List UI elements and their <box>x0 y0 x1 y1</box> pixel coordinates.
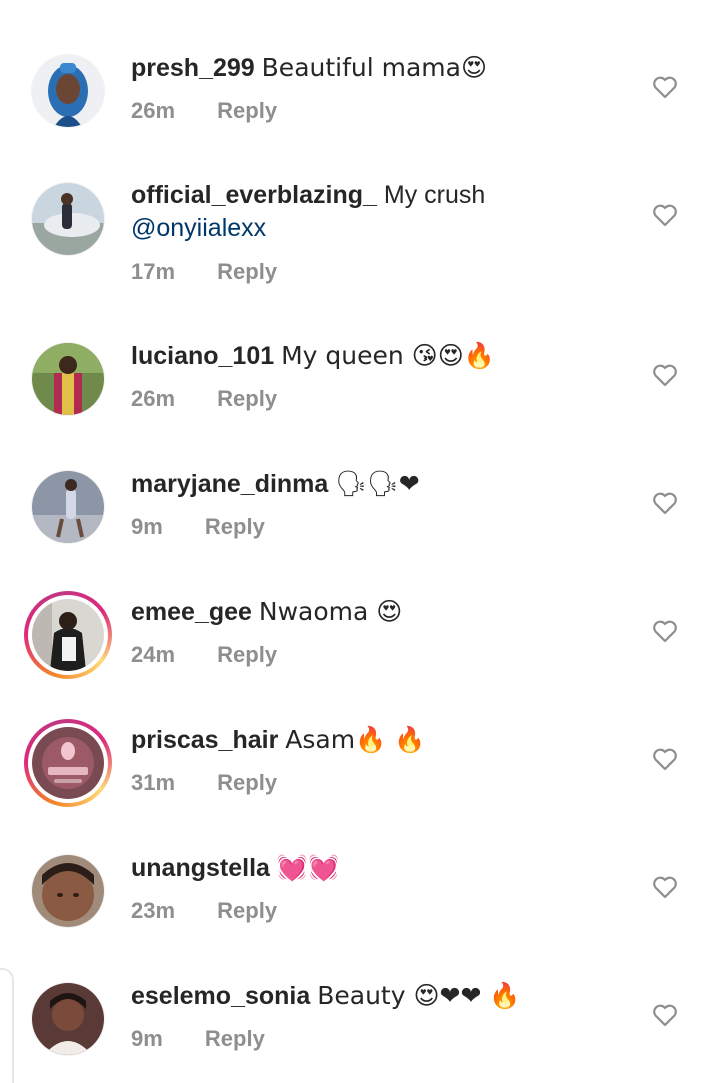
avatar-image <box>32 183 104 255</box>
comment-time: 26m <box>131 386 176 411</box>
comment-time: 9m <box>131 514 163 539</box>
avatar[interactable] <box>32 55 104 127</box>
heart-outline-icon[interactable] <box>652 203 678 227</box>
comment-body: 💓💓 <box>276 853 340 882</box>
comment-meta: 23m Reply <box>131 898 277 924</box>
comment-text: official_everblazing_ My crush @onyiiale… <box>131 179 641 245</box>
comment-body: Nwaoma 😍 <box>258 597 403 626</box>
comment-time: 26m <box>131 98 176 123</box>
comment-meta: 31m Reply <box>131 770 277 796</box>
comment-body: Beauty 😍❤❤ 🔥 <box>317 981 521 1010</box>
reply-button[interactable]: Reply <box>217 386 277 411</box>
comment-mention[interactable]: @onyiialexx <box>131 214 266 242</box>
comment-username[interactable]: luciano_101 <box>131 342 274 370</box>
comment-text: luciano_101 My queen 😘😍🔥 <box>131 339 641 373</box>
comment-username[interactable]: emee_gee <box>131 598 252 626</box>
avatar-image <box>32 983 104 1055</box>
comment-text: emee_gee Nwaoma 😍 <box>131 595 641 629</box>
avatar-story-ring[interactable] <box>24 719 112 807</box>
comment-time: 31m <box>131 770 176 795</box>
avatar[interactable] <box>32 983 104 1055</box>
avatar[interactable] <box>32 855 104 927</box>
avatar-image <box>32 599 104 671</box>
comment-meta: 26m Reply <box>131 386 277 412</box>
heart-outline-icon[interactable] <box>652 1003 678 1027</box>
comment-username[interactable]: unangstella <box>131 854 270 882</box>
comment-meta: 24m Reply <box>131 642 277 668</box>
avatar-story-ring[interactable] <box>24 591 112 679</box>
comment-text: eselemo_sonia Beauty 😍❤❤ 🔥 <box>131 979 641 1013</box>
comment-username[interactable]: priscas_hair <box>131 726 278 754</box>
avatar-image <box>32 55 104 127</box>
avatar-image <box>32 727 104 799</box>
comment-text: presh_299 Beautiful mama😍 <box>131 51 641 85</box>
comment-body: 🗣🗣❤ <box>335 469 420 498</box>
reply-button[interactable]: Reply <box>217 898 277 923</box>
reply-button[interactable]: Reply <box>217 642 277 667</box>
comment-meta: 17m Reply <box>131 259 277 285</box>
comment-meta: 9m Reply <box>131 1026 265 1052</box>
reply-button[interactable]: Reply <box>217 770 277 795</box>
reply-button[interactable]: Reply <box>217 98 277 123</box>
reply-button[interactable]: Reply <box>205 514 265 539</box>
comment-username[interactable]: presh_299 <box>131 54 255 82</box>
comment-text: unangstella 💓💓 <box>131 851 641 885</box>
heart-outline-icon[interactable] <box>652 875 678 899</box>
heart-outline-icon[interactable] <box>652 491 678 515</box>
reply-button[interactable]: Reply <box>217 259 277 284</box>
avatar-image <box>32 855 104 927</box>
avatar[interactable] <box>32 343 104 415</box>
heart-outline-icon[interactable] <box>652 747 678 771</box>
comment-text: priscas_hair Asam🔥 🔥 <box>131 723 641 757</box>
comment-body: My queen 😘😍🔥 <box>281 341 495 370</box>
comment-username[interactable]: maryjane_dinma <box>131 470 328 498</box>
comment-time: 24m <box>131 642 176 667</box>
heart-outline-icon[interactable] <box>652 75 678 99</box>
comment-username[interactable]: eselemo_sonia <box>131 982 310 1010</box>
comment-time: 9m <box>131 1026 163 1051</box>
comment-meta: 26m Reply <box>131 98 277 124</box>
comment-body: My crush <box>383 181 486 209</box>
comment-body: Beautiful mama😍 <box>261 53 488 82</box>
comment-username[interactable]: official_everblazing_ <box>131 181 377 209</box>
heart-outline-icon[interactable] <box>652 363 678 387</box>
avatar-image <box>32 471 104 543</box>
reply-button[interactable]: Reply <box>205 1026 265 1051</box>
comment-body: Asam🔥 🔥 <box>285 725 426 754</box>
side-panel-edge <box>0 968 14 1083</box>
avatar-image <box>32 343 104 415</box>
comment-text: maryjane_dinma 🗣🗣❤ <box>131 467 641 501</box>
comment-time: 23m <box>131 898 176 923</box>
comment-time: 17m <box>131 259 176 284</box>
heart-outline-icon[interactable] <box>652 619 678 643</box>
avatar[interactable] <box>32 183 104 255</box>
comment-meta: 9m Reply <box>131 514 265 540</box>
avatar[interactable] <box>32 471 104 543</box>
